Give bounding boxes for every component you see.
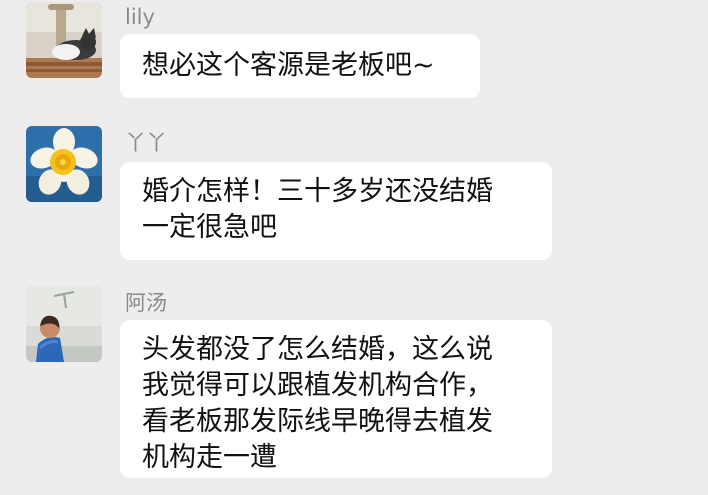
message-bubble[interactable]: 婚介怎样！三十多岁还没结婚 一定很急吧 bbox=[120, 162, 552, 260]
message-text-line: 我觉得可以跟植发机构合作， bbox=[142, 370, 493, 401]
cat-avatar-icon bbox=[26, 2, 102, 78]
sender-name: lily bbox=[125, 5, 155, 29]
message-bubble[interactable]: 想必这个客源是老板吧~ bbox=[120, 34, 480, 98]
message-bubble[interactable]: 头发都没了怎么结婚，这么说 我觉得可以跟植发机构合作， 看老板那发际线早晚得去植… bbox=[120, 320, 552, 478]
daffodil-flower-avatar[interactable] bbox=[26, 126, 102, 202]
message-text-line: 一定很急吧 bbox=[142, 212, 277, 243]
message-text: 想必这个客源是老板吧~ bbox=[142, 50, 435, 81]
sender-name: 丫丫 bbox=[125, 131, 167, 155]
chat-message-list: lily 想必这个客源是老板吧~ 丫丫 婚介怎样！三十多岁还没结婚 一定很急吧 … bbox=[0, 0, 708, 495]
message-text-line: 机构走一遭 bbox=[142, 442, 277, 473]
sender-name: 阿汤 bbox=[125, 291, 167, 315]
flower-icon bbox=[26, 126, 102, 202]
person-icon bbox=[26, 286, 102, 362]
message-text-line: 看老板那发际线早晚得去植发 bbox=[142, 406, 493, 437]
child-in-blue-jacket-avatar[interactable] bbox=[26, 286, 102, 362]
message-text-line: 婚介怎样！三十多岁还没结婚 bbox=[142, 176, 493, 207]
cat-avatar[interactable] bbox=[26, 2, 102, 78]
message-text-line: 头发都没了怎么结婚，这么说 bbox=[142, 334, 493, 365]
